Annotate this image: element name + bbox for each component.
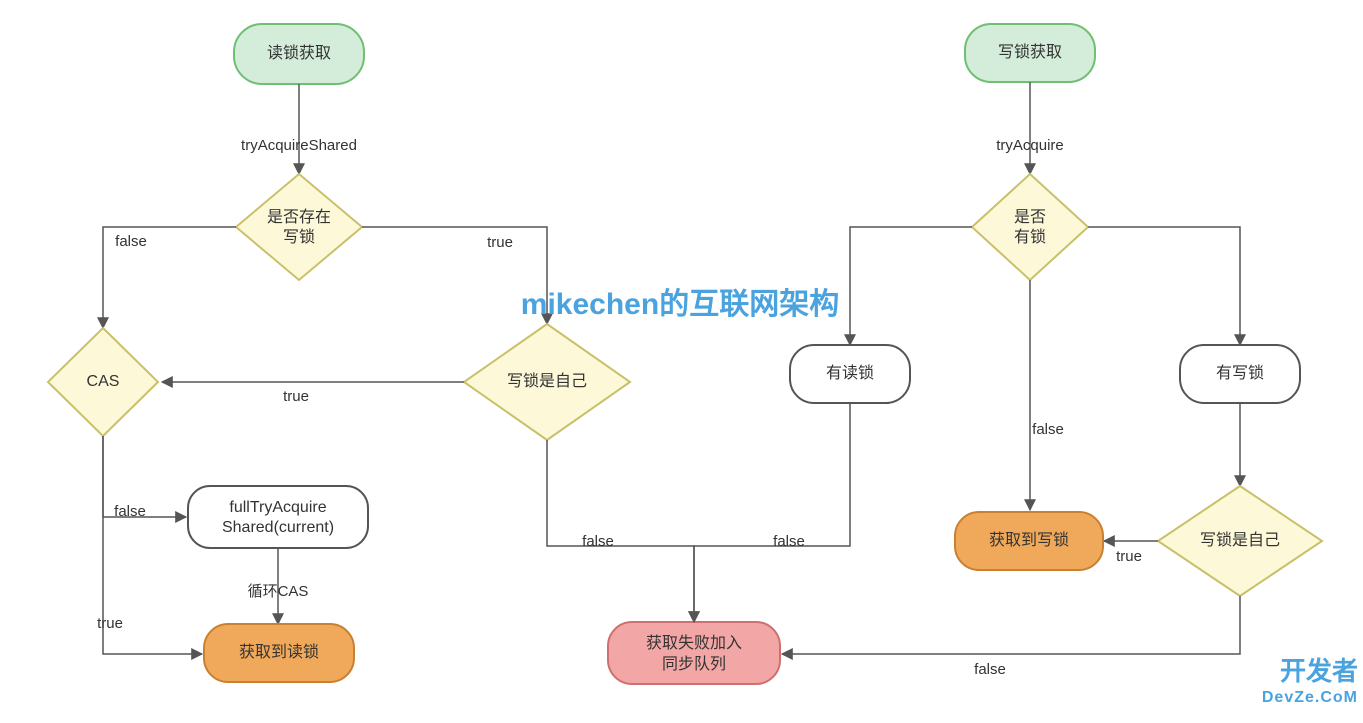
label-got-write-lock: 获取到写锁 <box>989 531 1069 549</box>
label-true-2: true <box>283 388 309 405</box>
node-has-lock <box>972 174 1088 280</box>
label-got-read-lock: 获取到读锁 <box>239 643 319 661</box>
label-start-read: 读锁获取 <box>267 44 331 62</box>
label-try-acquire-shared: tryAcquireShared <box>241 137 357 154</box>
label-has-lock-l2: 有锁 <box>1014 228 1046 246</box>
label-false-1: false <box>115 233 147 250</box>
edge-haslock-hasread <box>850 227 972 345</box>
label-has-read-lock: 有读锁 <box>826 364 874 382</box>
edge-haslock-haswriter <box>1088 227 1240 345</box>
label-full-try-l1: fullTryAcquire <box>229 499 326 516</box>
label-has-write-lock-l2: 写锁 <box>283 228 315 246</box>
label-false-6: false <box>974 661 1006 678</box>
label-has-lock-l1: 是否 <box>1014 209 1046 226</box>
edge-haswrite-writeisself <box>362 227 547 324</box>
label-true-3: true <box>97 615 123 632</box>
label-start-write: 写锁获取 <box>998 43 1062 61</box>
label-false-2: false <box>114 503 146 520</box>
label-false-3: false <box>582 533 614 550</box>
label-has-write-lock-right: 有写锁 <box>1216 364 1264 382</box>
node-fail-enqueue <box>608 622 780 684</box>
label-true-4: true <box>1116 548 1142 565</box>
edge-writeisselfr-fail <box>782 596 1240 654</box>
edge-hasread-fail <box>694 403 850 622</box>
watermark-text: mikechen的互联网架构 <box>521 288 839 321</box>
label-false-5: false <box>773 533 805 550</box>
label-fail-l1: 获取失败加入 <box>646 634 742 652</box>
label-write-is-self-left: 写锁是自己 <box>507 372 587 390</box>
label-full-try-l2: Shared(current) <box>222 519 334 536</box>
label-write-is-self-right: 写锁是自己 <box>1200 531 1280 549</box>
label-loop-cas: 循环CAS <box>248 583 309 600</box>
footer-brand-1: 开发者 <box>1280 656 1358 686</box>
footer-brand-2: DevZe.CoM <box>1262 689 1358 706</box>
node-full-try <box>188 486 368 548</box>
label-has-write-lock-l1: 是否存在 <box>267 208 331 226</box>
label-false-4: false <box>1032 421 1064 438</box>
label-fail-l2: 同步队列 <box>662 655 726 673</box>
label-cas: CAS <box>87 373 120 390</box>
node-has-write-lock <box>236 174 362 280</box>
edge-writeisself-fail <box>547 440 694 622</box>
label-true-1: true <box>487 234 513 251</box>
label-try-acquire: tryAcquire <box>996 137 1064 154</box>
